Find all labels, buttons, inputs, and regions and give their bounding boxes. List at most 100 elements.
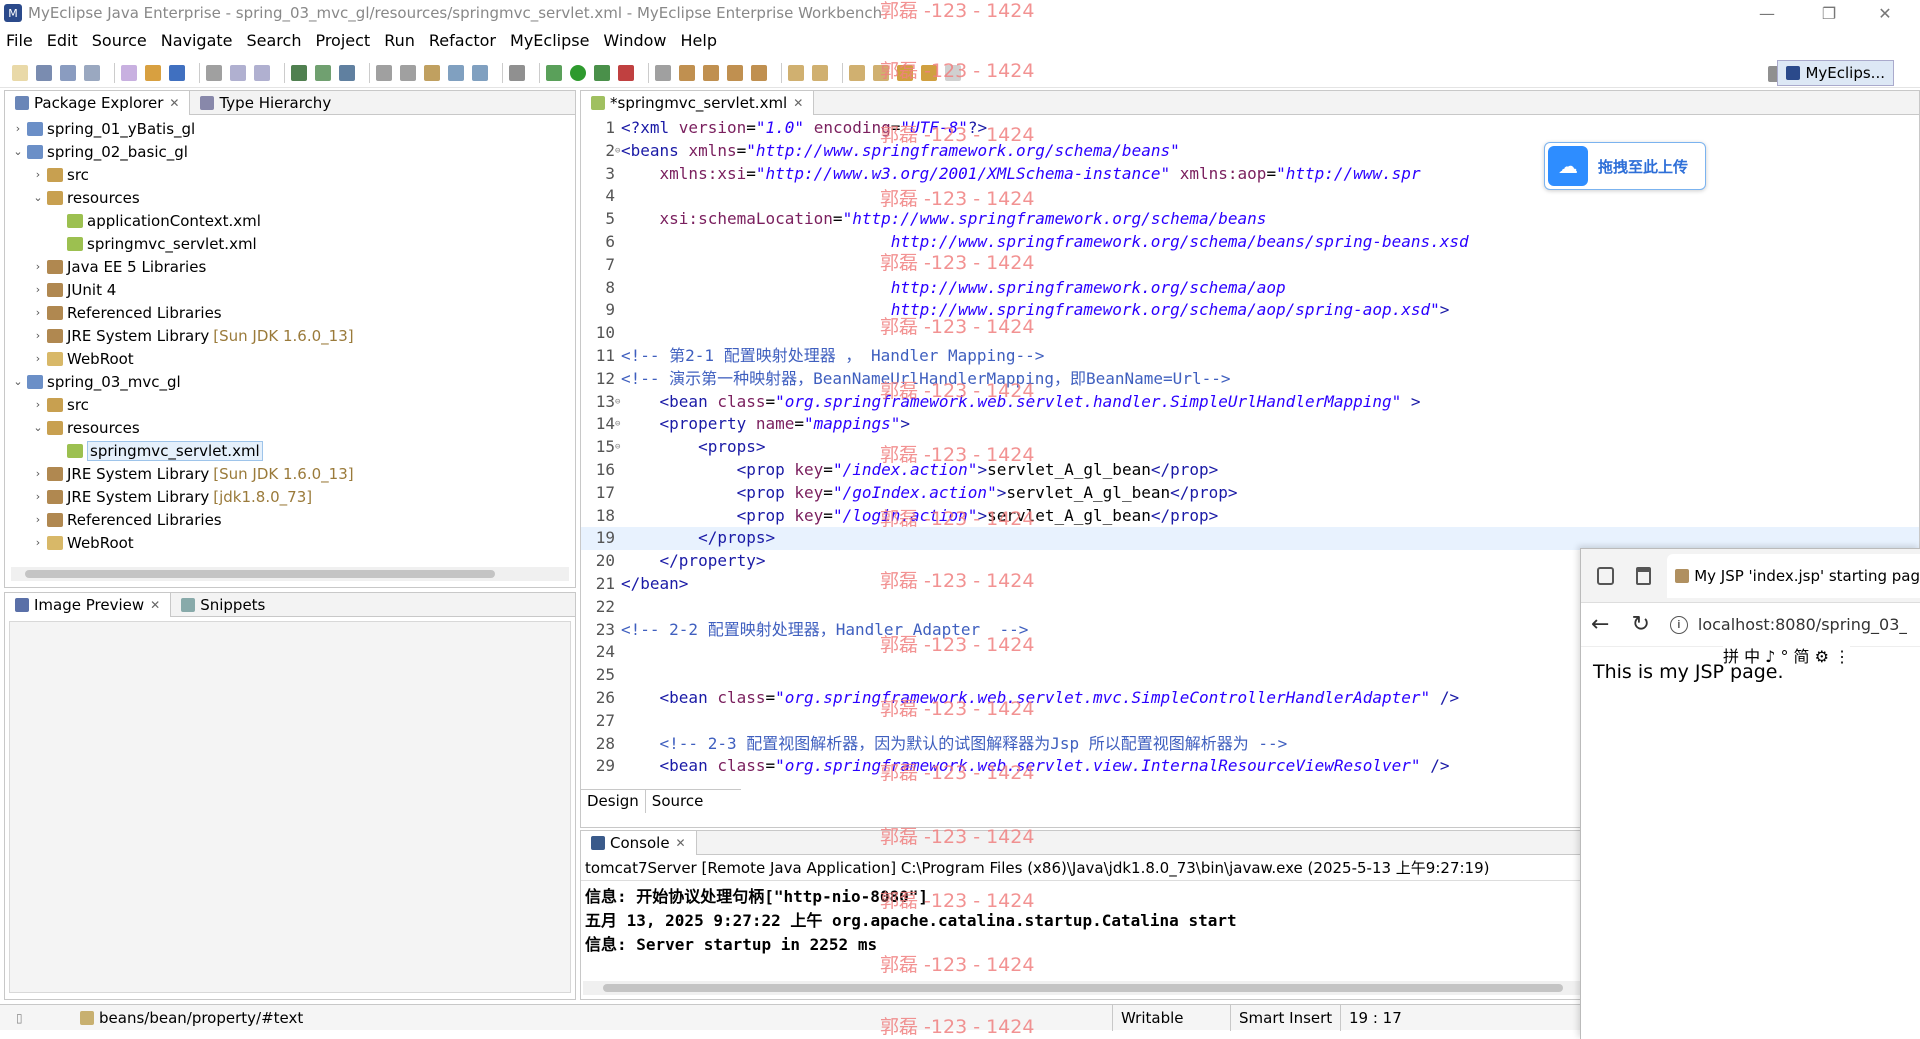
tree-item[interactable]: applicationContext.xml <box>5 209 575 232</box>
minimize-button[interactable]: — <box>1744 0 1790 26</box>
search-icon[interactable] <box>254 64 270 81</box>
code-line[interactable]: 6 http://www.springframework.org/schema/… <box>581 231 1919 254</box>
pencil-icon[interactable] <box>703 64 719 81</box>
menu-edit[interactable]: Edit <box>47 31 78 50</box>
menu-myeclipse[interactable]: MyEclipse <box>510 31 589 50</box>
chevron-down-icon[interactable]: ⌄ <box>31 191 45 204</box>
tree-item[interactable]: springmvc_servlet.xml <box>5 232 575 255</box>
tree-item[interactable]: › JRE System Library [jdk1.8.0_73] <box>5 485 575 508</box>
tab-image-preview[interactable]: Image Preview ✕ <box>5 592 172 617</box>
menu-help[interactable]: Help <box>681 31 717 50</box>
horizontal-scrollbar[interactable] <box>11 567 569 581</box>
unknown-icon[interactable] <box>400 64 416 81</box>
chevron-right-icon[interactable]: › <box>31 283 45 296</box>
print-icon[interactable] <box>84 64 100 81</box>
chevron-right-icon[interactable]: › <box>31 168 45 181</box>
tab-snippets[interactable]: Snippets <box>171 593 275 617</box>
code-line[interactable]: 8 http://www.springframework.org/schema/… <box>581 277 1919 300</box>
restore-button[interactable]: ❐ <box>1806 0 1852 26</box>
external-tools-icon[interactable] <box>618 64 634 81</box>
code-line[interactable]: 4 <box>581 185 1919 208</box>
code-line[interactable]: 13 ⊖ <bean class="org.springframework.web… <box>581 391 1919 414</box>
chevron-right-icon[interactable]: › <box>31 329 45 342</box>
code-line[interactable]: 19 </props> <box>581 527 1919 551</box>
run-last-icon[interactable] <box>594 64 610 81</box>
menu-run[interactable]: Run <box>384 31 415 50</box>
chevron-right-icon[interactable]: › <box>31 260 45 273</box>
tree-item[interactable]: › Java EE 5 Libraries <box>5 255 575 278</box>
code-line[interactable]: 10 <box>581 322 1919 345</box>
unknown-icon[interactable] <box>751 64 767 81</box>
chevron-right-icon[interactable]: › <box>31 352 45 365</box>
save-all-icon[interactable] <box>60 64 76 81</box>
workspaces-icon[interactable] <box>1597 566 1614 585</box>
console-horizontal-scrollbar[interactable] <box>583 981 1583 995</box>
unknown-icon[interactable] <box>788 64 804 81</box>
chevron-down-icon[interactable]: ⌄ <box>31 421 45 434</box>
chevron-right-icon[interactable]: › <box>31 467 45 480</box>
menu-window[interactable]: Window <box>603 31 666 50</box>
code-line[interactable]: 11 <!-- 第2-1 配置映射处理器 ， Handler Mapping--> <box>581 345 1919 368</box>
tree-item[interactable]: › Referenced Libraries <box>5 301 575 324</box>
run-icon[interactable] <box>570 64 586 81</box>
unknown-icon[interactable] <box>655 64 671 81</box>
chevron-right-icon[interactable]: › <box>31 490 45 503</box>
open-folder-icon[interactable] <box>679 64 695 81</box>
globe-icon[interactable] <box>339 64 355 81</box>
tree-item[interactable]: ⌄ resources <box>5 416 575 439</box>
chevron-right-icon[interactable]: › <box>31 513 45 526</box>
code-line[interactable]: 7 <box>581 254 1919 277</box>
unknown-icon[interactable] <box>376 64 392 81</box>
package-icon[interactable] <box>145 64 161 81</box>
new-project-icon[interactable] <box>121 64 137 81</box>
back-arrow-icon[interactable]: ← <box>1591 612 1609 637</box>
url-field[interactable]: localhost:8080/spring_03_ <box>1698 615 1908 634</box>
code-line[interactable]: 12 <!-- 演示第一种映射器，BeanNameUrlHandlerMappin… <box>581 368 1919 391</box>
tree-item[interactable]: › src <box>5 163 575 186</box>
view-icon[interactable] <box>509 64 525 81</box>
unknown-icon[interactable] <box>727 64 743 81</box>
tree-item[interactable]: › JRE System Library [Sun JDK 1.6.0_13] <box>5 462 575 485</box>
save-icon[interactable] <box>36 64 52 81</box>
code-line[interactable]: 1 <?xml version="1.0" encoding="UTF-8"?> <box>581 117 1919 140</box>
profile-icon[interactable] <box>448 64 464 81</box>
scrollbar-thumb[interactable] <box>25 570 495 578</box>
chevron-down-icon[interactable]: ⌄ <box>11 145 25 158</box>
refresh-icon[interactable]: ↻ <box>1631 612 1649 637</box>
code-line[interactable]: 17 <prop key="/goIndex.action">servlet_A… <box>581 482 1919 505</box>
perspective-switcher[interactable]: MyEclips... <box>1777 60 1894 86</box>
unknown-icon[interactable] <box>812 64 828 81</box>
tree-item[interactable]: ⌄ resources <box>5 186 575 209</box>
monitor-icon[interactable] <box>472 64 488 81</box>
baidu-upload-widget[interactable]: ☁ 拖拽至此上传 <box>1544 142 1706 190</box>
tab-type-hierarchy[interactable]: Type Hierarchy <box>190 91 341 115</box>
tab-source[interactable]: Source <box>645 790 710 813</box>
code-line[interactable]: 2 ⊖ <beans xmlns="http://www.springframewo… <box>581 140 1919 163</box>
menu-source[interactable]: Source <box>92 31 147 50</box>
open-type-icon[interactable] <box>230 64 246 81</box>
next-annotation-icon[interactable] <box>849 64 865 81</box>
code-line[interactable]: 9 http://www.springframework.org/schema/… <box>581 299 1919 322</box>
tree-item[interactable]: ⌄ spring_02_basic_gl <box>5 140 575 163</box>
new-icon[interactable] <box>12 64 28 81</box>
menu-file[interactable]: File <box>6 31 33 50</box>
tree-item[interactable]: › JUnit 4 <box>5 278 575 301</box>
tree-item[interactable]: › JRE System Library [Sun JDK 1.6.0_13] <box>5 324 575 347</box>
tree-item[interactable]: › WebRoot <box>5 347 575 370</box>
code-line[interactable]: 15 ⊖ <props> <box>581 436 1919 459</box>
tree-item[interactable]: › Referenced Libraries <box>5 508 575 531</box>
scrollbar-thumb[interactable] <box>603 984 1563 992</box>
close-icon[interactable]: ✕ <box>150 598 160 612</box>
add-server-icon[interactable] <box>315 64 331 81</box>
tree-item[interactable]: springmvc_servlet.xml <box>5 439 575 462</box>
chevron-right-icon[interactable]: › <box>11 122 25 135</box>
browser-tab[interactable]: My JSP 'index.jsp' starting pag <box>1667 553 1920 598</box>
debug-icon[interactable] <box>546 64 562 81</box>
tab-console[interactable]: Console ✕ <box>581 830 697 855</box>
web-icon[interactable] <box>291 64 307 81</box>
code-line[interactable]: 14 ⊖ <property name="mappings"> <box>581 413 1919 436</box>
close-icon[interactable]: ✕ <box>169 96 179 110</box>
tree-item[interactable]: › spring_01_yBatis_gl <box>5 117 575 140</box>
code-line[interactable]: 3 xmlns:xsi="http://www.w3.org/2001/XMLS… <box>581 163 1919 186</box>
chevron-right-icon[interactable]: › <box>31 398 45 411</box>
